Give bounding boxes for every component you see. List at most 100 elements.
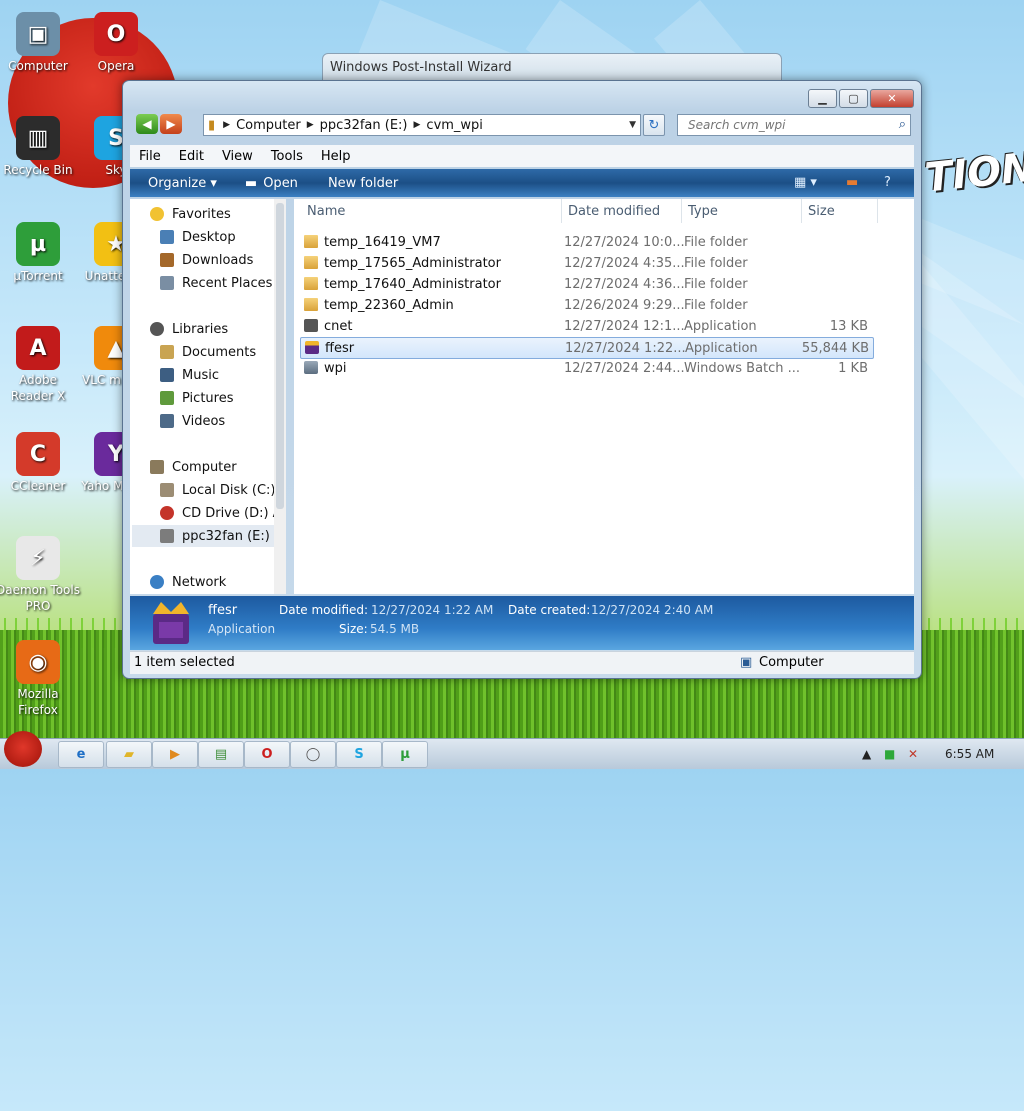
nav-desktop[interactable]: Desktop [160,226,281,248]
search-icon[interactable]: ⌕ [899,117,906,132]
application-icon [304,319,318,332]
file-row-ffesr[interactable]: ffesr 12/27/2024 1:22... Application 55,844… [300,337,874,359]
ccleaner-icon: C [16,432,60,476]
open-button[interactable]: Open [263,176,298,191]
nav-music[interactable]: Music [160,364,281,386]
close-button[interactable]: ✕ [870,89,914,108]
status-bar: 1 item selected ▣ Computer [130,651,914,674]
media-player-icon[interactable]: ▶ [152,741,198,768]
column-size[interactable]: Size [801,199,878,223]
clock[interactable]: 6:55 AM [945,747,994,761]
computer-small-icon: ▣ [740,655,753,670]
desktop-icon-adobe-reader[interactable]: A Adobe Reader X [0,326,80,404]
explorer-taskbar-icon[interactable]: ▰ [106,741,152,768]
nav-recent-places[interactable]: Recent Places [160,272,281,294]
messenger-taskbar-icon[interactable]: ◯ [290,741,336,768]
file-type: File folder [684,235,748,250]
adobe-reader-icon: A [16,326,60,370]
utorrent-taskbar-icon[interactable]: µ [382,741,428,768]
address-bar[interactable]: ▮ ▶ Computer ▶ ppc32fan (E:) ▶ cvm_wpi ▼ [203,114,641,136]
desktop-icon-label: Computer [8,59,68,73]
recycle-bin-icon: ▥ [16,116,60,160]
file-list: Name Date modified Type Size temp_16419_… [294,199,914,594]
firefox-icon: ◉ [16,640,60,684]
nav-favorites[interactable]: Favorites [150,203,281,225]
file-row-cnet[interactable]: cnet 12/27/2024 12:1... Application 13 KB [300,316,872,336]
forward-button[interactable]: ▶ [160,114,182,134]
desktop-icon-ccleaner[interactable]: C CCleaner [0,432,80,494]
details-modified-value: 12/27/2024 1:22 AM [371,603,494,617]
desktop-icon-daemon-tools[interactable]: ⚡ Daemon Tools PRO [0,536,80,614]
folder-icon [304,277,318,290]
file-size: 1 KB [838,361,868,376]
view-options-icon[interactable]: ▦ ▾ [794,175,817,190]
nav-scrollbar[interactable] [274,199,286,594]
desktop-icon-firefox[interactable]: ◉ Mozilla Firefox [0,640,80,718]
cd-drive-icon [160,506,174,520]
column-name[interactable]: Name [307,199,555,223]
breadcrumb-computer[interactable]: Computer [230,118,307,133]
internet-explorer-icon[interactable]: e [58,741,104,768]
nav-computer[interactable]: Computer [150,456,281,478]
file-row-temp_16419_VM7[interactable]: temp_16419_VM7 12/27/2024 10:0... File fol… [300,232,872,252]
maximize-button[interactable]: ▢ [839,89,868,108]
volume-muted-icon[interactable]: ✕ [908,747,918,761]
nav-downloads[interactable]: Downloads [160,249,281,271]
opera-taskbar-icon[interactable]: O [244,741,290,768]
nav-videos[interactable]: Videos [160,410,281,432]
menu-tools[interactable]: Tools [262,149,312,164]
file-row-wpi[interactable]: wpi 12/27/2024 2:44... Windows Batch ... 1 … [300,358,872,378]
show-hidden-icons-icon[interactable]: ▲ [862,747,871,761]
column-type[interactable]: Type [681,199,802,223]
network-icon [150,575,164,589]
search-box[interactable]: ⌕ [677,114,911,136]
start-button[interactable] [4,731,42,767]
file-type: File folder [684,256,748,271]
usb-drive-icon [160,529,174,543]
search-input[interactable] [686,117,890,133]
nav-documents[interactable]: Documents [160,341,281,363]
column-extra[interactable] [877,199,914,223]
explorer-window[interactable]: ▁ ▢ ✕ ◀ ▶ ▮ ▶ Computer ▶ ppc32fan (E:) ▶… [122,80,922,679]
network-tray-icon[interactable]: ■ [884,747,895,761]
downloads-icon [160,253,174,267]
refresh-button[interactable]: ↻ [643,114,665,136]
videos-icon [160,414,174,428]
file-date-modified: 12/27/2024 1:22... [565,341,686,356]
nav-network[interactable]: Network [150,571,281,593]
music-icon [160,368,174,382]
desktop-icon-label: Daemon Tools PRO [0,583,80,613]
file-row-temp_22360_Admin[interactable]: temp_22360_Admin 12/26/2024 9:29... File f… [300,295,872,315]
menu-help[interactable]: Help [312,149,360,164]
menu-view[interactable]: View [213,149,262,164]
wizard-taskbar-icon[interactable]: ▤ [198,741,244,768]
file-row-temp_17565_Administrator[interactable]: temp_17565_Administrator 12/27/2024 4:35.… [300,253,872,273]
skype-taskbar-icon[interactable]: S [336,741,382,768]
preview-pane-icon[interactable]: ▬ [846,175,858,190]
organize-button[interactable]: Organize ▾ [148,176,217,191]
file-row-temp_17640_Administrator[interactable]: temp_17640_Administrator 12/27/2024 4:36.… [300,274,872,294]
new-folder-button[interactable]: New folder [328,176,398,191]
file-name: ffesr [325,341,355,356]
desktop-icon-utorrent[interactable]: µ µTorrent [0,222,80,284]
nav-local-disk[interactable]: Local Disk (C:) [160,479,281,501]
nav-scroll-thumb[interactable] [276,203,284,509]
help-icon[interactable]: ? [884,175,891,190]
menu-file[interactable]: File [130,149,170,164]
breadcrumb-folder[interactable]: cvm_wpi [420,118,489,133]
desktop-icon-computer[interactable]: ▣ Computer [0,12,80,74]
nav-libraries[interactable]: Libraries [150,318,281,340]
desktop-icon-opera[interactable]: O Opera [74,12,158,74]
nav-ppc32fan[interactable]: ppc32fan (E:) [132,525,281,547]
address-dropdown-icon[interactable]: ▼ [629,120,636,130]
minimize-button[interactable]: ▁ [808,89,837,108]
nav-pictures[interactable]: Pictures [160,387,281,409]
menu-edit[interactable]: Edit [170,149,213,164]
desktop-icon-recycle-bin[interactable]: ▥ Recycle Bin [0,116,80,178]
chevron-right-icon: ▶ [223,120,231,130]
nav-cd-drive[interactable]: CD Drive (D:) A [160,502,281,524]
back-button[interactable]: ◀ [136,114,158,134]
breadcrumb-drive[interactable]: ppc32fan (E:) [314,118,414,133]
folder-icon [304,256,318,269]
column-date-modified[interactable]: Date modified [561,199,682,223]
